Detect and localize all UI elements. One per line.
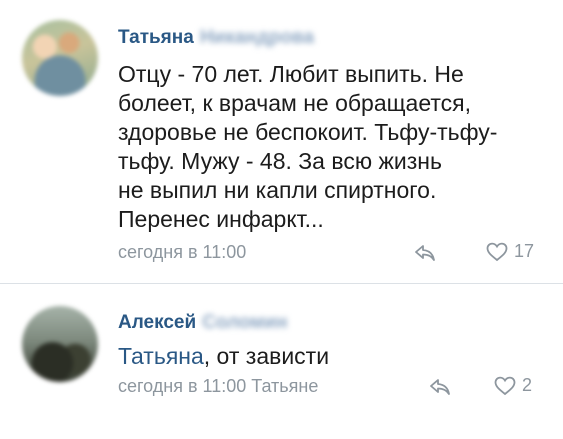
like-button[interactable]: 17	[486, 241, 534, 262]
comment-timestamp: сегодня в 11:00	[118, 242, 247, 262]
comment-author[interactable]: Татьяна Никандрова	[118, 27, 314, 49]
comment-text: Отцу - 70 лет. Любит выпить. Не болеет, …	[118, 60, 497, 234]
divider	[0, 283, 563, 284]
comment-text-rest: , от зависти	[203, 343, 330, 369]
author-first-name[interactable]: Татьяна	[118, 27, 194, 48]
heart-icon	[494, 376, 516, 395]
avatar[interactable]	[22, 20, 98, 96]
author-last-name[interactable]: Никандрова	[200, 27, 314, 49]
comment-text-line: болеет, к врачам не обращается,	[118, 90, 471, 116]
comment-text-line: тьфу. Мужу - 48. За всю жизнь	[118, 148, 442, 174]
comment-text-line: Отцу - 70 лет. Любит выпить. Не	[118, 61, 464, 87]
author-last-name[interactable]: Соломин	[202, 312, 287, 334]
comment-text-line: здоровье не беспокоит. Тьфу-тьфу-	[118, 119, 498, 145]
like-count: 2	[522, 375, 533, 395]
heart-icon	[486, 242, 508, 261]
comment-text-line: Перенес инфаркт...	[118, 206, 324, 232]
reply-icon[interactable]	[429, 378, 451, 396]
reply-icon[interactable]	[414, 244, 436, 262]
comment-text-line: не выпил ни капли спиртного.	[118, 177, 437, 203]
comment-author[interactable]: Алексей Соломин	[118, 312, 287, 334]
author-first-name[interactable]: Алексей	[118, 312, 196, 333]
comment-timestamp: сегодня в 11:00 Татьяне	[118, 376, 319, 396]
like-button[interactable]: 2	[494, 375, 532, 396]
comment-text: Татьяна, от зависти	[118, 342, 329, 371]
like-count: 17	[514, 241, 535, 261]
reply-to-link[interactable]: Татьяна	[118, 343, 204, 369]
avatar[interactable]	[22, 306, 98, 382]
